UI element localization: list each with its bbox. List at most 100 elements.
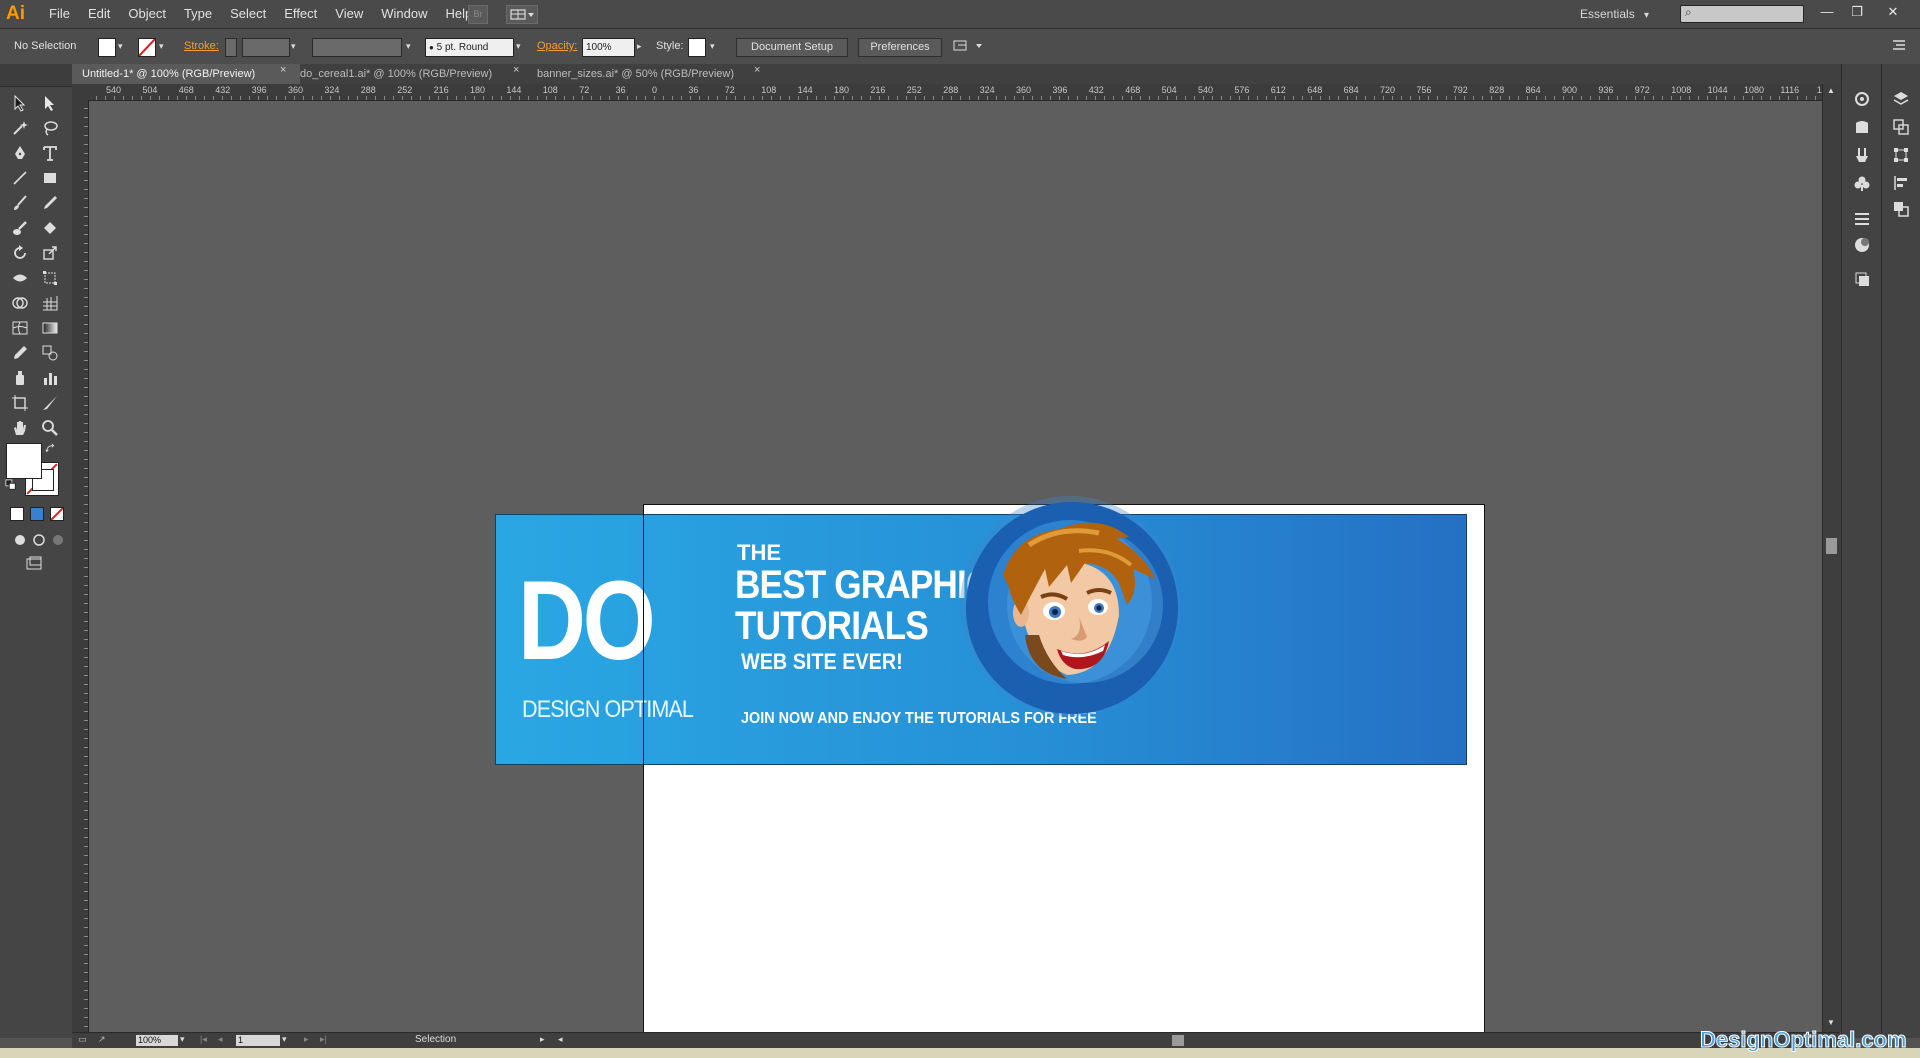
appearance-panel-icon[interactable] [1850,268,1874,290]
rotate-tool-icon[interactable] [8,242,32,264]
menu-view[interactable]: View [326,0,372,28]
last-artboard-icon[interactable]: ▸| [320,1034,327,1045]
ruler-corner[interactable] [72,84,89,101]
gradient-mode-button[interactable] [30,507,44,521]
previous-artboard-icon[interactable]: ◂ [218,1034,223,1045]
eraser-tool-icon[interactable] [38,217,62,239]
layers-panel-icon[interactable] [1889,88,1913,110]
menu-file[interactable]: File [40,0,79,28]
style-dropdown-icon[interactable]: ▾ [710,38,715,55]
swap-colors-icon[interactable] [44,442,58,456]
profile-dropdown-icon[interactable]: ▾ [406,38,411,55]
artboards-panel-icon[interactable] [1889,116,1913,138]
scroll-left-icon[interactable]: ◂ [558,1034,563,1045]
stroke-dropdown-icon[interactable]: ▾ [159,38,164,55]
menu-select[interactable]: Select [221,0,275,28]
column-graph-tool-icon[interactable] [38,367,62,389]
perspective-grid-tool-icon[interactable] [38,292,62,314]
pathfinder-panel-icon[interactable] [1889,198,1913,220]
pen-tool-icon[interactable] [8,142,32,164]
stroke-weight-dropdown-icon[interactable]: ▾ [291,38,296,55]
line-segment-tool-icon[interactable] [8,167,32,189]
rectangle-tool-icon[interactable] [38,167,62,189]
screen-mode-icon[interactable] [22,553,46,575]
stroke-panel-icon[interactable] [1850,208,1874,230]
next-artboard-icon[interactable]: ▸ [304,1034,309,1045]
artboard-dropdown-icon[interactable]: ▾ [282,1034,287,1045]
gradient-tool-icon[interactable] [38,317,62,339]
tab-banner-sizes[interactable]: banner_sizes.ai* @ 50% (RGB/Preview) [527,64,767,84]
restore-button[interactable]: ❐ [1846,2,1868,22]
menu-effect[interactable]: Effect [275,0,326,28]
tools-panel-grip[interactable] [0,64,72,87]
bridge-button[interactable]: Br [468,5,488,24]
paintbrush-tool-icon[interactable] [8,192,32,214]
fill-color-swatch[interactable] [98,38,116,57]
color-guide-icon[interactable] [1850,116,1874,138]
panel-menu-icon[interactable] [1890,36,1908,53]
graphic-style-swatch[interactable] [688,38,706,57]
slice-tool-icon[interactable] [38,392,62,414]
pencil-tool-icon[interactable] [38,192,62,214]
tab-close-icon[interactable]: × [513,64,519,76]
zoom-field[interactable]: 100% [136,1035,178,1046]
artboard-number-field[interactable]: 1 [236,1035,280,1046]
align-panel-icon[interactable] [1889,172,1913,194]
mascot-illustration[interactable] [959,495,1181,717]
stroke-color-swatch[interactable] [138,38,156,57]
eyedropper-tool-icon[interactable] [8,342,32,364]
stroke-weight-stepper[interactable] [225,38,237,57]
tab-close-icon[interactable]: × [280,64,286,76]
transform-panel-icon[interactable] [1889,144,1913,166]
first-artboard-icon[interactable]: |◂ [200,1034,207,1045]
canvas[interactable]: DO DESIGN OPTIMAL THE BEST GRAPHICS TUTO… [89,101,1822,1032]
tab-close-icon[interactable]: × [754,64,760,76]
blend-tool-icon[interactable] [38,342,62,364]
stroke-label[interactable]: Stroke: [184,38,219,55]
selection-tool-icon[interactable] [8,92,32,114]
horizontal-scroll-thumb[interactable] [1172,1035,1184,1046]
preferences-button[interactable]: Preferences [858,38,942,57]
menu-object[interactable]: Object [119,0,175,28]
scale-tool-icon[interactable] [38,242,62,264]
transparency-panel-icon[interactable] [1850,234,1874,256]
close-button[interactable]: ✕ [1882,2,1904,22]
vertical-ruler[interactable] [72,100,89,1032]
draw-inside-icon[interactable] [46,529,70,551]
open-in-bridge-icon[interactable]: ↗ [98,1034,106,1045]
brush-definition[interactable]: ● 5 pt. Round [425,38,514,57]
workspace-switcher[interactable]: Essentials ▾ [1580,0,1649,30]
brushes-panel-icon[interactable] [1850,144,1874,166]
lasso-tool-icon[interactable] [38,117,62,139]
scroll-up-icon[interactable]: ▲ [1827,86,1835,95]
vertical-scrollbar[interactable]: ▲ ▼ [1822,84,1841,1032]
artboard-tool-icon[interactable] [8,392,32,414]
menu-window[interactable]: Window [372,0,436,28]
opacity-label[interactable]: Opacity: [537,38,577,55]
tab-untitled-1[interactable]: Untitled-1* @ 100% (RGB/Preview) [72,64,300,84]
hand-tool-icon[interactable] [8,417,32,439]
symbol-sprayer-tool-icon[interactable] [8,367,32,389]
direct-selection-tool-icon[interactable] [38,92,62,114]
shape-builder-tool-icon[interactable] [8,292,32,314]
zoom-tool-icon[interactable] [38,417,62,439]
opacity-field[interactable]: 100% [582,38,635,57]
tab-do-cereal1[interactable]: do_cereal1.ai* @ 100% (RGB/Preview) [290,64,520,84]
align-options-icon[interactable] [952,36,986,53]
mesh-tool-icon[interactable] [8,317,32,339]
color-mode-button[interactable] [10,507,24,521]
arrange-documents-button[interactable] [506,5,538,24]
minimize-button[interactable]: — [1816,2,1838,22]
artboard-navigator-icon[interactable]: ▭ [78,1034,87,1045]
color-panel-icon[interactable] [1850,88,1874,110]
symbols-panel-icon[interactable] [1850,172,1874,194]
current-tool-status[interactable]: Selection [415,1034,456,1045]
opacity-dropdown-icon[interactable]: ▸ [637,38,642,55]
menu-edit[interactable]: Edit [79,0,119,28]
fill-color-box[interactable] [6,443,42,479]
width-tool-icon[interactable] [8,267,32,289]
zoom-dropdown-icon[interactable]: ▾ [180,1034,185,1045]
type-tool-icon[interactable] [38,142,62,164]
horizontal-ruler[interactable]: 540 504 468 432 396 360 324 288 252 216 180 144 108 7… [88,84,1836,101]
scroll-down-icon[interactable]: ▼ [1827,1018,1835,1027]
